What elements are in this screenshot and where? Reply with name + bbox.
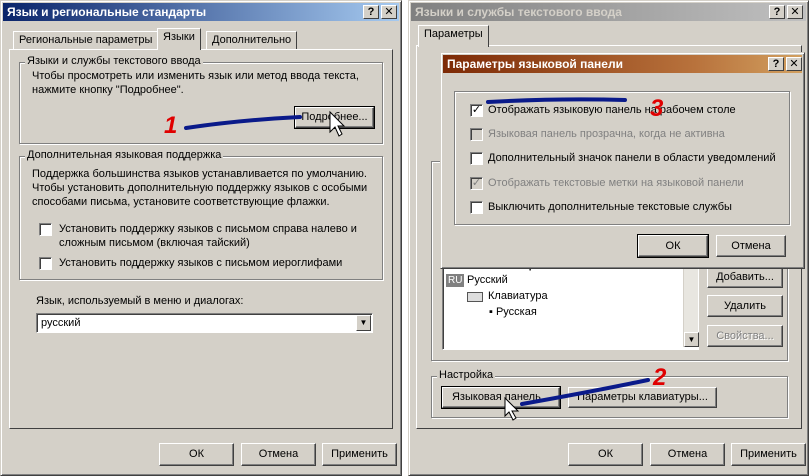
step-3-annotation: 3: [650, 95, 664, 122]
tab-settings[interactable]: Параметры: [418, 25, 489, 47]
step-2-annotation: 2: [653, 364, 667, 391]
mouse-cursor-icon: [329, 110, 346, 137]
mouse-cursor-icon: [504, 396, 520, 421]
annotation-strokes: [184, 97, 650, 421]
tab-languages[interactable]: Языки: [157, 28, 201, 50]
step-1-annotation: 1: [164, 112, 178, 139]
annotation-stroke-2: [520, 378, 650, 406]
annotation-stroke-3: [486, 97, 627, 104]
annotation-stroke-1: [184, 115, 302, 130]
